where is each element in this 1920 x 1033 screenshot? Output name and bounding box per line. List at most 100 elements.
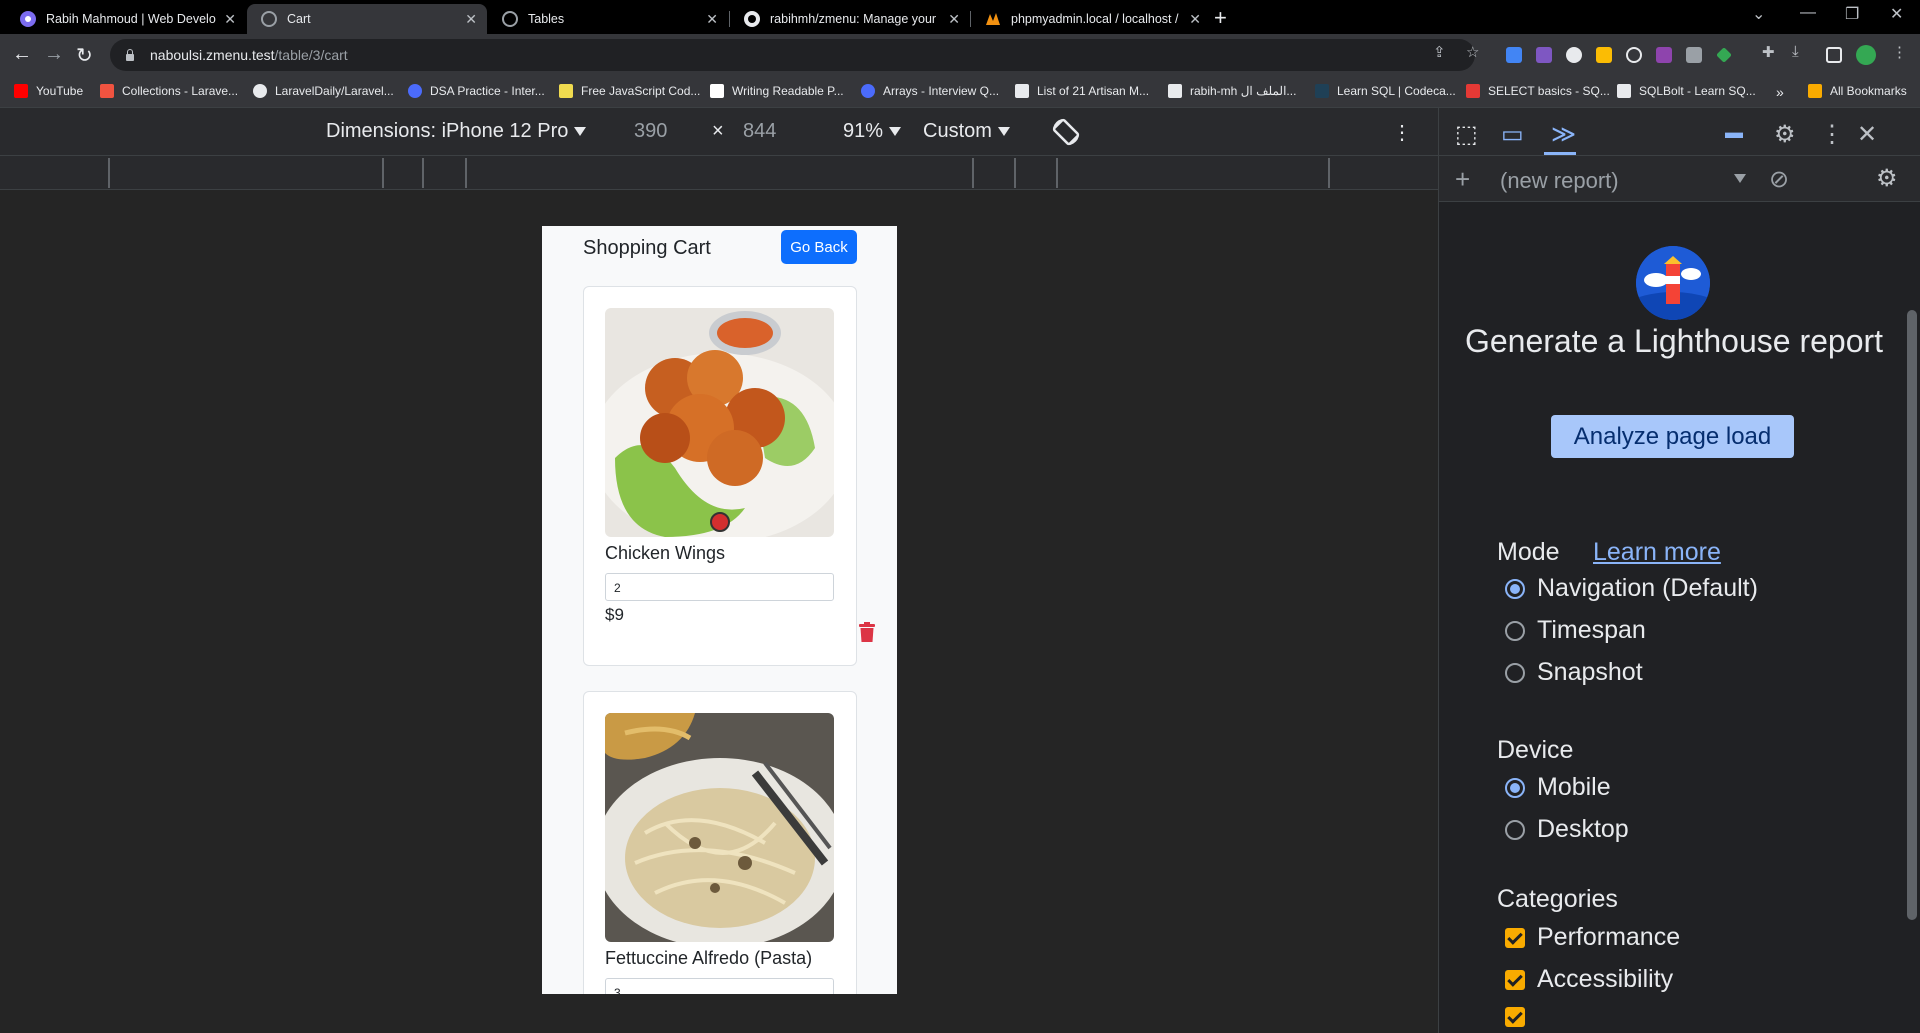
settings-icon[interactable]: ⚙ — [1876, 164, 1898, 193]
close-icon[interactable]: ✕ — [465, 11, 477, 28]
zoom-select[interactable]: 91% — [843, 120, 902, 143]
plus-square-icon — [710, 84, 724, 98]
more-panels-icon[interactable]: ≫ — [1551, 120, 1576, 149]
device-toggle-icon[interactable]: ▭ — [1501, 120, 1524, 149]
quantity-input[interactable]: 3 — [605, 978, 834, 994]
profile-icon — [1168, 84, 1182, 98]
bookmark-item[interactable]: Arrays - Interview Q... — [861, 84, 999, 98]
reload-icon[interactable]: ↻ — [76, 43, 93, 68]
bookmark-item[interactable]: Learn SQL | Codeca... — [1315, 84, 1456, 98]
category-performance-checkbox[interactable]: Performance — [1505, 923, 1680, 952]
bookmark-item[interactable]: Collections - Larave... — [100, 84, 238, 98]
analyze-page-load-button[interactable]: Analyze page load — [1551, 415, 1794, 458]
user-icon — [1015, 84, 1029, 98]
bookmark-item[interactable]: Free JavaScript Cod... — [559, 84, 700, 98]
mode-timespan-radio[interactable]: Timespan — [1505, 616, 1646, 645]
bookmark-item[interactable]: List of 21 Artisan M... — [1015, 84, 1149, 98]
radio-checked-icon — [1505, 578, 1525, 599]
bookmark-item[interactable]: LaravelDaily/Laravel... — [253, 84, 394, 98]
issues-icon[interactable]: ▬ — [1725, 122, 1743, 143]
rotate-icon[interactable] — [1050, 116, 1082, 148]
width-input[interactable]: 390 — [634, 120, 667, 143]
report-select[interactable]: (new report) — [1500, 168, 1619, 194]
tab-title: Rabih Mahmoud | Web Develop — [46, 12, 217, 26]
minimize-icon[interactable]: — — [1800, 4, 1816, 22]
lighthouse-logo — [1636, 246, 1710, 320]
extension-icon[interactable] — [1716, 47, 1732, 63]
learn-more-link[interactable]: Learn more — [1593, 538, 1721, 567]
close-icon[interactable]: ✕ — [1189, 11, 1201, 28]
bookmark-item[interactable]: rabih-mh الملف ال... — [1168, 84, 1296, 98]
quantity-input[interactable]: 2 — [605, 573, 834, 601]
more-options-icon[interactable]: ⋮ — [1392, 120, 1412, 145]
close-icon[interactable]: ✕ — [706, 11, 718, 28]
tab-github[interactable]: rabihmh/zmenu: Manage your r ✕ — [730, 4, 970, 34]
close-devtools-icon[interactable]: ✕ — [1857, 120, 1877, 149]
restore-icon[interactable]: ❐ — [1845, 4, 1859, 24]
url-path: /table/3/cart — [274, 47, 348, 63]
close-icon[interactable]: ✕ — [224, 11, 236, 28]
cart-item-card: Fettuccine Alfredo (Pasta) 3 — [583, 691, 857, 994]
mode-snapshot-radio[interactable]: Snapshot — [1505, 658, 1643, 687]
active-tab-indicator — [1544, 152, 1576, 155]
new-tab-button[interactable]: + — [1214, 5, 1227, 31]
extension-icon[interactable] — [1626, 47, 1642, 63]
window-close-icon[interactable]: ✕ — [1890, 4, 1903, 24]
menu-icon[interactable]: ⋮ — [1892, 43, 1907, 61]
option-label: Desktop — [1537, 815, 1629, 843]
category-accessibility-checkbox[interactable]: Accessibility — [1505, 965, 1673, 994]
back-icon[interactable]: ← — [12, 43, 32, 66]
inspect-element-icon[interactable]: ⬚ — [1455, 120, 1478, 149]
gear-icon[interactable]: ⚙ — [1774, 120, 1796, 149]
tab-cart[interactable]: Cart ✕ — [247, 4, 487, 34]
forward-icon[interactable]: → — [44, 43, 64, 66]
device-mobile-radio[interactable]: Mobile — [1505, 773, 1611, 802]
go-back-button[interactable]: Go Back — [781, 230, 857, 264]
checkbox-checked-icon — [1505, 927, 1525, 948]
extension-icon[interactable] — [1536, 47, 1552, 63]
extension-icon[interactable] — [1566, 47, 1582, 63]
add-report-icon[interactable]: + — [1455, 164, 1470, 195]
bookmark-item[interactable]: SELECT basics - SQ... — [1466, 84, 1610, 98]
tab-phpmyadmin[interactable]: phpmyadmin.local / localhost / t ✕ — [971, 4, 1211, 34]
throttle-select[interactable]: Custom — [923, 120, 1010, 143]
bookmarks-bar: YouTube Collections - Larave... LaravelD… — [0, 76, 1920, 108]
download-icon[interactable]: ⤓ — [1792, 43, 1799, 60]
side-panel-icon[interactable] — [1826, 47, 1842, 63]
bookmark-item[interactable]: DSA Practice - Inter... — [408, 84, 545, 98]
puzzle-icon[interactable]: ✚ — [1762, 43, 1775, 61]
bookmarks-overflow-button[interactable]: » — [1776, 84, 1784, 100]
mode-navigation-radio[interactable]: Navigation (Default) — [1505, 574, 1758, 603]
clear-icon[interactable]: ⊘ — [1769, 165, 1789, 194]
tab-profile[interactable]: Rabih Mahmoud | Web Develop ✕ — [6, 4, 246, 34]
devtools-header: ⬚ ▭ ≫ ▬ ⚙ ⋮ ✕ — [1439, 108, 1920, 156]
device-select[interactable]: Dimensions: iPhone 12 Pro — [326, 120, 587, 143]
tab-title: Cart — [287, 12, 311, 26]
tab-tables[interactable]: Tables ✕ — [488, 4, 728, 34]
kebab-menu-icon[interactable]: ⋮ — [1820, 120, 1844, 149]
sqlzoo-icon — [1466, 84, 1480, 98]
radio-unchecked-icon — [1505, 662, 1525, 683]
address-bar[interactable]: naboulsi.zmenu.test/table/3/cart — [110, 39, 1475, 71]
extension-icon[interactable] — [1686, 47, 1702, 63]
category-next-checkbox[interactable] — [1505, 1007, 1537, 1027]
extension-icon[interactable] — [1596, 47, 1612, 63]
all-bookmarks-button[interactable]: All Bookmarks — [1808, 84, 1907, 98]
trash-icon[interactable] — [859, 622, 875, 647]
bookmark-item[interactable]: SQLBolt - Learn SQ... — [1617, 84, 1756, 98]
close-icon[interactable]: ✕ — [948, 11, 960, 28]
device-toolbar: Dimensions: iPhone 12 Pro 390 × 844 91% … — [0, 108, 1438, 156]
bookmark-star-icon[interactable]: ☆ — [1466, 43, 1479, 61]
bookmark-youtube[interactable]: YouTube — [14, 84, 83, 98]
extension-icon[interactable] — [1506, 47, 1522, 63]
extension-icon[interactable] — [1656, 47, 1672, 63]
height-input[interactable]: 844 — [743, 120, 776, 143]
lock-icon[interactable] — [124, 49, 136, 61]
github-icon — [253, 84, 267, 98]
devtools-scrollbar[interactable] — [1907, 310, 1917, 920]
tab-search-icon[interactable]: ⌄ — [1752, 4, 1765, 24]
avatar[interactable] — [1856, 45, 1876, 65]
device-desktop-radio[interactable]: Desktop — [1505, 815, 1629, 844]
share-icon[interactable]: ⇪ — [1433, 43, 1446, 61]
bookmark-item[interactable]: Writing Readable P... — [710, 84, 844, 98]
